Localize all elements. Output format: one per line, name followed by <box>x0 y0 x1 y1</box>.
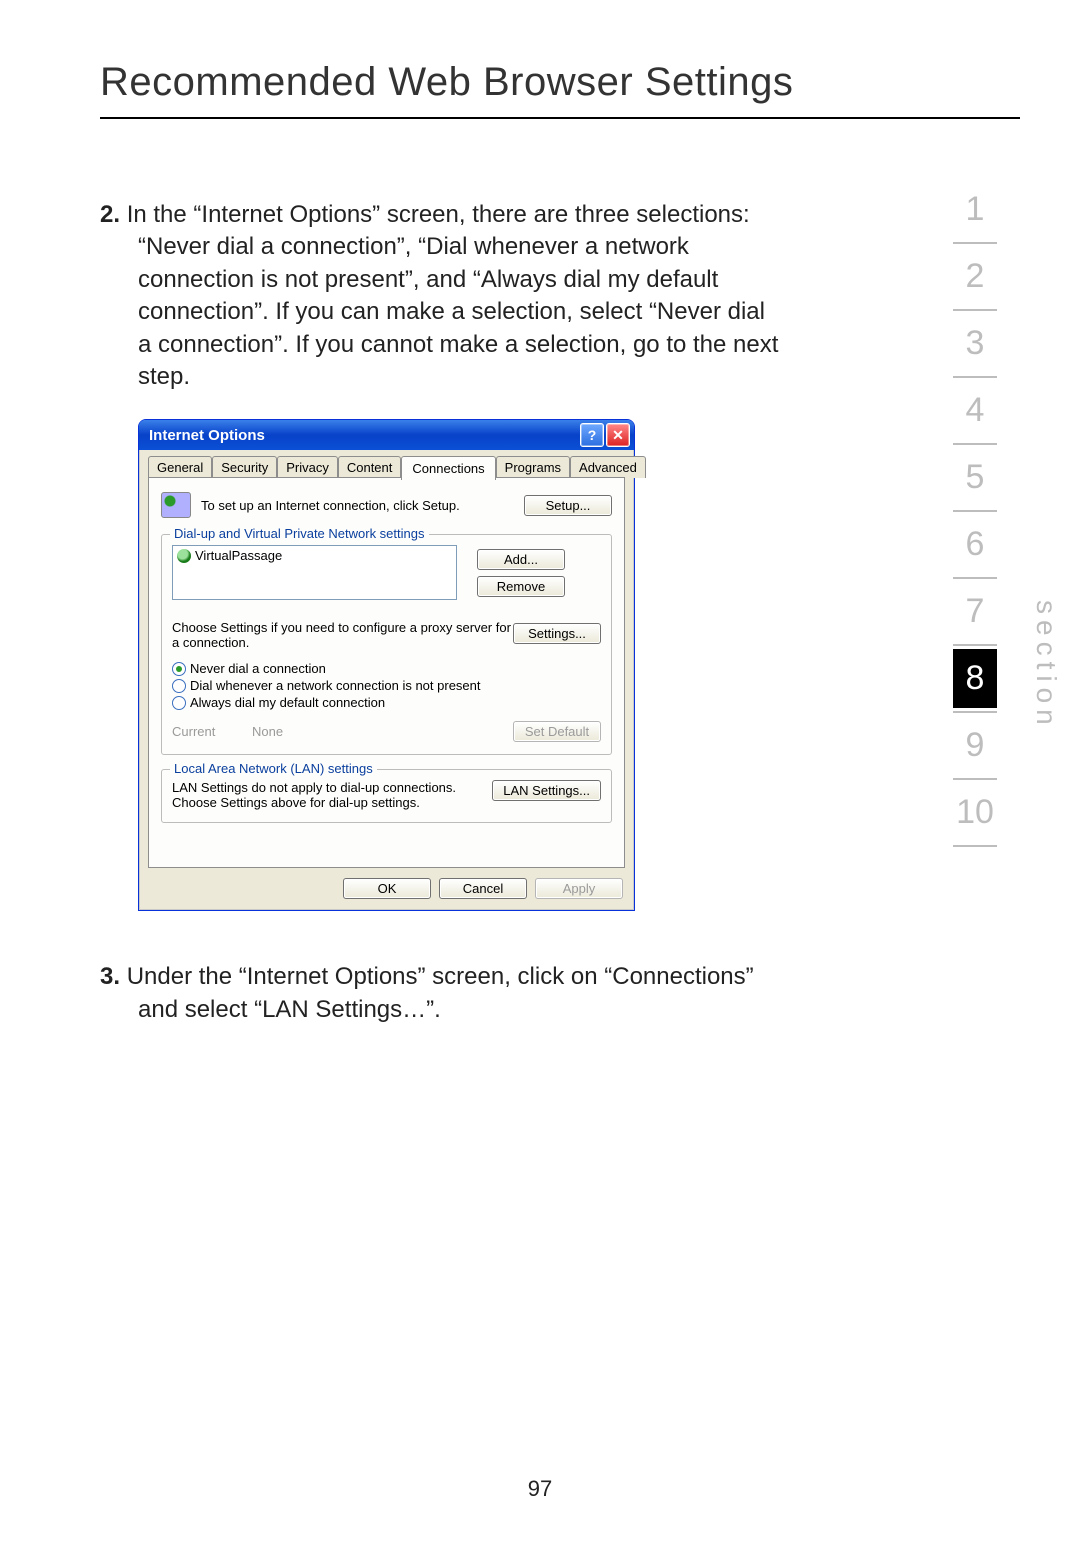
section-nav: 1 2 3 4 5 6 7 8 9 10 <box>930 180 1020 850</box>
set-default-button: Set Default <box>513 721 601 742</box>
internet-options-dialog: Internet Options ? ✕ General Security Pr… <box>138 419 635 911</box>
cancel-button[interactable]: Cancel <box>439 878 527 899</box>
step-2-num: 2. <box>100 201 120 228</box>
ok-button[interactable]: OK <box>343 878 431 899</box>
lan-legend: Local Area Network (LAN) settings <box>170 761 377 776</box>
globe-icon <box>177 549 191 563</box>
lan-settings-button[interactable]: LAN Settings... <box>492 780 601 801</box>
step-2-text: In the “Internet Options” screen, there … <box>127 201 779 390</box>
radio-whenever[interactable]: Dial whenever a network connection is no… <box>172 677 601 694</box>
apply-button: Apply <box>535 878 623 899</box>
step-3-num: 3. <box>100 963 120 990</box>
connections-pane: To set up an Internet connection, click … <box>148 477 625 868</box>
dialog-titlebar[interactable]: Internet Options ? ✕ <box>139 420 634 450</box>
remove-button[interactable]: Remove <box>477 576 565 597</box>
add-button[interactable]: Add... <box>477 549 565 570</box>
proxy-note: Choose Settings if you need to configure… <box>172 620 513 650</box>
dialog-title: Internet Options <box>149 427 578 444</box>
nav-7[interactable]: 7 <box>930 582 1020 641</box>
tab-programs[interactable]: Programs <box>496 456 570 478</box>
radio-icon <box>172 696 186 710</box>
help-icon[interactable]: ? <box>580 423 604 447</box>
current-value: None <box>252 724 513 739</box>
radio-never-label: Never dial a connection <box>190 661 326 676</box>
nav-6[interactable]: 6 <box>930 515 1020 574</box>
radio-always[interactable]: Always dial my default connection <box>172 694 601 711</box>
section-label: section <box>1030 600 1062 731</box>
radio-icon <box>172 679 186 693</box>
radio-whenever-label: Dial whenever a network connection is no… <box>190 678 481 693</box>
nav-2[interactable]: 2 <box>930 247 1020 306</box>
nav-10[interactable]: 10 <box>930 783 1020 842</box>
radio-icon <box>172 662 186 676</box>
tab-connections[interactable]: Connections <box>401 456 495 480</box>
lan-group: Local Area Network (LAN) settings LAN Se… <box>161 769 612 823</box>
radio-always-label: Always dial my default connection <box>190 695 385 710</box>
radio-never[interactable]: Never dial a connection <box>172 660 601 677</box>
tab-general[interactable]: General <box>148 456 212 478</box>
list-item-label: VirtualPassage <box>195 548 282 563</box>
dialup-group: Dial-up and Virtual Private Network sett… <box>161 534 612 755</box>
step-3: 3. Under the “Internet Options” screen, … <box>100 961 780 1026</box>
dialup-legend: Dial-up and Virtual Private Network sett… <box>170 526 429 541</box>
nav-8[interactable]: 8 <box>953 649 997 708</box>
tab-content[interactable]: Content <box>338 456 402 478</box>
step-2: 2. In the “Internet Options” screen, the… <box>100 199 780 393</box>
nav-9[interactable]: 9 <box>930 716 1020 775</box>
page-title: Recommended Web Browser Settings <box>100 60 1020 105</box>
tab-privacy[interactable]: Privacy <box>277 456 338 478</box>
page-number: 97 <box>0 1476 1080 1502</box>
setup-text: To set up an Internet connection, click … <box>201 498 504 513</box>
settings-button[interactable]: Settings... <box>513 623 601 644</box>
nav-1[interactable]: 1 <box>930 180 1020 239</box>
setup-button[interactable]: Setup... <box>524 495 612 516</box>
nav-5[interactable]: 5 <box>930 448 1020 507</box>
close-icon[interactable]: ✕ <box>606 423 630 447</box>
current-label: Current <box>172 724 252 739</box>
dialog-footer: OK Cancel Apply <box>148 878 625 899</box>
dial-radio-group: Never dial a connection Dial whenever a … <box>172 660 601 711</box>
tab-strip: General Security Privacy Content Connect… <box>148 456 625 478</box>
list-item[interactable]: VirtualPassage <box>177 548 452 563</box>
tab-security[interactable]: Security <box>212 456 277 478</box>
title-rule <box>100 117 1020 119</box>
step-3-text: Under the “Internet Options” screen, cli… <box>127 963 754 1022</box>
nav-4[interactable]: 4 <box>930 381 1020 440</box>
connections-listbox[interactable]: VirtualPassage <box>172 545 457 600</box>
connection-icon <box>161 492 191 518</box>
lan-note: LAN Settings do not apply to dial-up con… <box>172 780 492 810</box>
nav-3[interactable]: 3 <box>930 314 1020 373</box>
tab-advanced[interactable]: Advanced <box>570 456 646 478</box>
